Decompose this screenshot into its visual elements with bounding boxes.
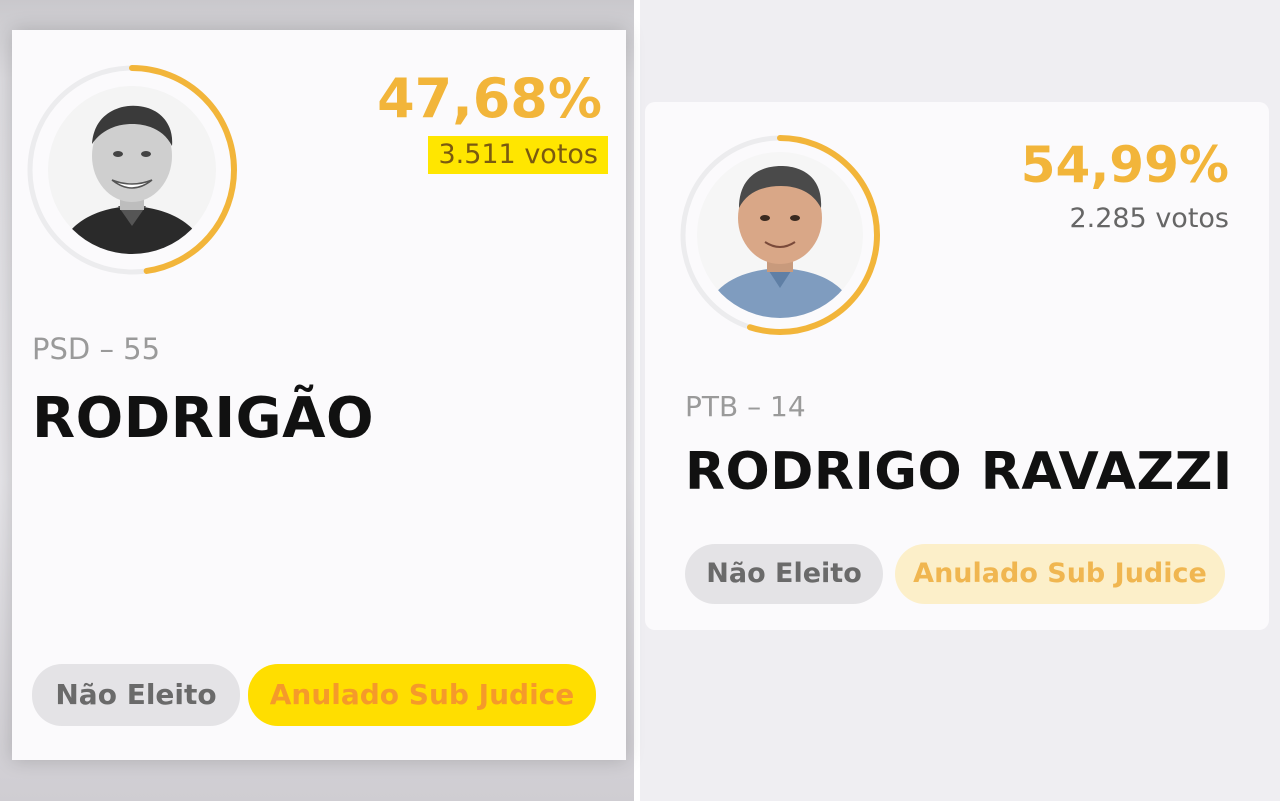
candidate-name: RODRIGÃO xyxy=(32,386,375,451)
status-badge-legal: Anulado Sub Judice xyxy=(895,544,1225,604)
vote-count: 3.511 votos xyxy=(428,136,608,174)
candidate-photo-bw xyxy=(48,86,216,254)
party-number: PTB – 14 xyxy=(685,390,806,423)
status-badge-result: Não Eleito xyxy=(685,544,883,604)
party-number: PSD – 55 xyxy=(32,332,161,366)
status-badge-result: Não Eleito xyxy=(32,664,240,726)
candidate-photo-color xyxy=(697,152,863,318)
vote-count: 2.285 votos xyxy=(1069,203,1229,234)
candidate-name: RODRIGO RAVAZZI xyxy=(685,442,1233,502)
vote-percentage: 54,99% xyxy=(1020,136,1229,194)
candidate-card-rodrigao[interactable]: 47,68% 3.511 votos PSD – 55 RODRIGÃO Não… xyxy=(12,30,626,760)
candidate-avatar-wrap xyxy=(677,132,883,338)
status-badge-legal: Anulado Sub Judice xyxy=(248,664,596,726)
candidate-card-rodrigo-ravazzi[interactable]: 54,99% 2.285 votos PTB – 14 RODRIGO RAVA… xyxy=(645,102,1269,630)
candidate-avatar-wrap xyxy=(24,62,240,278)
vote-percentage: 47,68% xyxy=(377,67,602,130)
